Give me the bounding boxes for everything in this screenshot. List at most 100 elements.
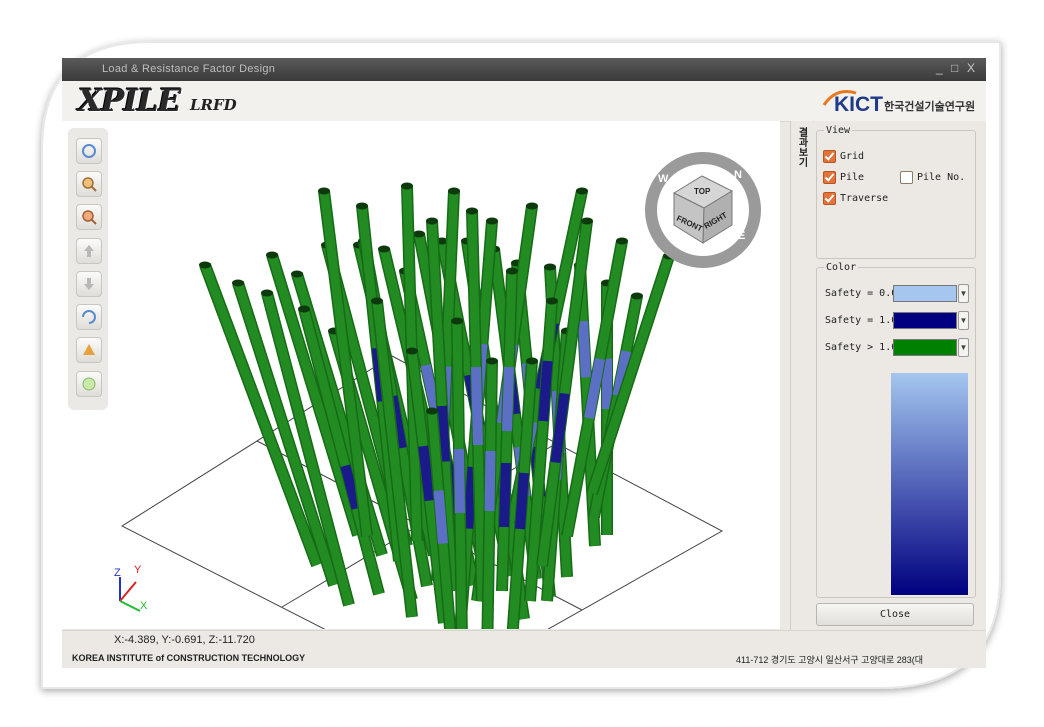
- grid-label: Grid: [840, 151, 865, 162]
- kict-logo: KICT 한국건설기술연구원: [822, 87, 976, 117]
- grid-check-icon[interactable]: [823, 150, 836, 163]
- traverse-label: Traverse: [840, 193, 889, 204]
- pile-top: [631, 292, 643, 300]
- pile-top: [486, 357, 498, 365]
- pile-top: [401, 182, 413, 190]
- 3d-viewport[interactable]: Z Y X N W S E TOP FRONT RIGHT: [62, 121, 780, 668]
- pile-top: [448, 187, 460, 195]
- pile-check-icon[interactable]: [823, 171, 836, 184]
- safety-0-label: Safety = 0.0: [825, 288, 898, 299]
- safety-gt1-dropdown[interactable]: ▼: [958, 338, 969, 357]
- pile-top: [356, 202, 368, 210]
- maximize-button[interactable]: □: [951, 61, 958, 75]
- pile-safety-band: [437, 405, 450, 462]
- lrfd-logo: LRFD: [190, 96, 237, 114]
- options-panel: View Grid Pile Pile No. Traverse Color S…: [814, 121, 986, 631]
- traverse-checkbox[interactable]: Traverse: [823, 192, 888, 205]
- kict-logo-text: KICT: [834, 93, 883, 116]
- pile-label: Pile: [840, 172, 865, 183]
- pile-safety-band: [538, 360, 553, 422]
- y-axis: [119, 581, 137, 602]
- close-window-button[interactable]: X: [967, 61, 975, 75]
- zoom-in-icon[interactable]: [76, 171, 102, 197]
- pile-checkbox[interactable]: Pile: [823, 171, 864, 184]
- safety-0-dropdown[interactable]: ▼: [958, 284, 969, 303]
- pile-top: [466, 207, 478, 215]
- minimize-button[interactable]: _: [936, 61, 943, 75]
- z-axis-label: Z: [114, 567, 121, 579]
- pile-top: [451, 317, 463, 325]
- grid-checkbox[interactable]: Grid: [823, 150, 864, 163]
- kict-korean-name: 한국건설기술연구원: [884, 101, 976, 113]
- pile-safety-band: [502, 366, 514, 432]
- pile-no-label: Pile No.: [917, 172, 966, 183]
- pile-top: [371, 297, 383, 305]
- pile-top: [261, 289, 273, 297]
- safety-0-swatch[interactable]: [893, 285, 957, 302]
- compass-w-label: W: [658, 173, 669, 185]
- pile-top: [378, 245, 390, 253]
- close-button[interactable]: Close: [816, 603, 974, 626]
- lighting-icon[interactable]: [76, 371, 102, 397]
- pile-no-checkbox[interactable]: Pile No.: [900, 171, 965, 184]
- pile-top: [232, 279, 244, 287]
- app-window: Load & Resistance Factor Design _ □ X XP…: [62, 58, 986, 668]
- app-banner: XPILE LRFD KICT 한국건설기술연구원: [62, 81, 986, 122]
- xpile-logo: XPILE: [78, 83, 181, 119]
- move-down-icon[interactable]: [76, 271, 102, 297]
- x-axis-label: X: [140, 600, 148, 612]
- view-group: View Grid Pile Pile No. Traverse: [816, 125, 976, 259]
- safety-1-dropdown[interactable]: ▼: [958, 311, 969, 330]
- pile-safety-band: [578, 320, 591, 378]
- results-tab[interactable]: 결과보기: [790, 121, 813, 631]
- pile-top: [544, 263, 556, 271]
- zoom-out-icon[interactable]: [76, 204, 102, 230]
- view-toolbar: [68, 128, 108, 410]
- compass-s-label: S: [675, 237, 682, 249]
- footer: KOREA INSTITUTE of CONSTRUCTION TECHNOLO…: [62, 648, 986, 668]
- safety-1-label: Safety = 1.0: [825, 315, 898, 326]
- pile-top: [406, 347, 418, 355]
- reset-view-icon[interactable]: [76, 138, 102, 164]
- color-group-title: Color: [826, 262, 857, 273]
- y-axis-label: Y: [134, 564, 142, 576]
- pile-top: [318, 187, 330, 195]
- pile-top: [413, 230, 425, 238]
- pile-top: [616, 237, 628, 245]
- pile-safety-band: [484, 450, 496, 512]
- pile-no-check-icon[interactable]: [900, 171, 913, 184]
- pile-top: [576, 187, 588, 195]
- pile-safety-band: [499, 462, 511, 528]
- warning-icon[interactable]: [76, 337, 102, 363]
- footer-institute: KOREA INSTITUTE of CONSTRUCTION TECHNOLO…: [72, 653, 306, 663]
- safety-1-swatch[interactable]: [893, 312, 957, 329]
- pile-safety-band: [418, 445, 435, 502]
- compass-n-label: N: [734, 169, 742, 181]
- pile-safety-band: [433, 490, 448, 544]
- pile-top: [199, 261, 211, 269]
- safety-gt1-swatch[interactable]: [893, 339, 957, 356]
- window-title: Load & Resistance Factor Design: [102, 63, 276, 75]
- pile-top: [298, 305, 310, 313]
- footer-address: 411-712 경기도 고양시 일산서구 고양대로 283(대: [736, 655, 924, 665]
- cube-top-label: TOP: [694, 187, 711, 196]
- pile-top: [486, 217, 498, 225]
- pile-top: [291, 270, 303, 278]
- safety-color-gradient: [891, 373, 968, 595]
- pile-top: [526, 357, 538, 365]
- rotate-icon[interactable]: [76, 304, 102, 330]
- results-tab-label: 결과보기: [796, 127, 807, 167]
- pile-safety-band: [471, 366, 483, 446]
- safety-gt1-label: Safety > 1.0: [825, 342, 898, 353]
- pile-top: [526, 202, 538, 210]
- traverse-check-icon[interactable]: [823, 192, 836, 205]
- pile-safety-band: [515, 472, 529, 530]
- pile-scene[interactable]: Z YXNWSETOPFRONTRIGHT: [62, 121, 780, 668]
- pile-top: [266, 251, 278, 259]
- pile-top: [426, 217, 438, 225]
- pile-safety-band: [454, 448, 465, 514]
- status-bar: X:-4.389, Y:-0.691, Z:-11.720: [62, 630, 986, 649]
- compass-e-label: E: [738, 230, 745, 242]
- move-up-icon[interactable]: [76, 238, 102, 264]
- pile-top: [506, 267, 518, 275]
